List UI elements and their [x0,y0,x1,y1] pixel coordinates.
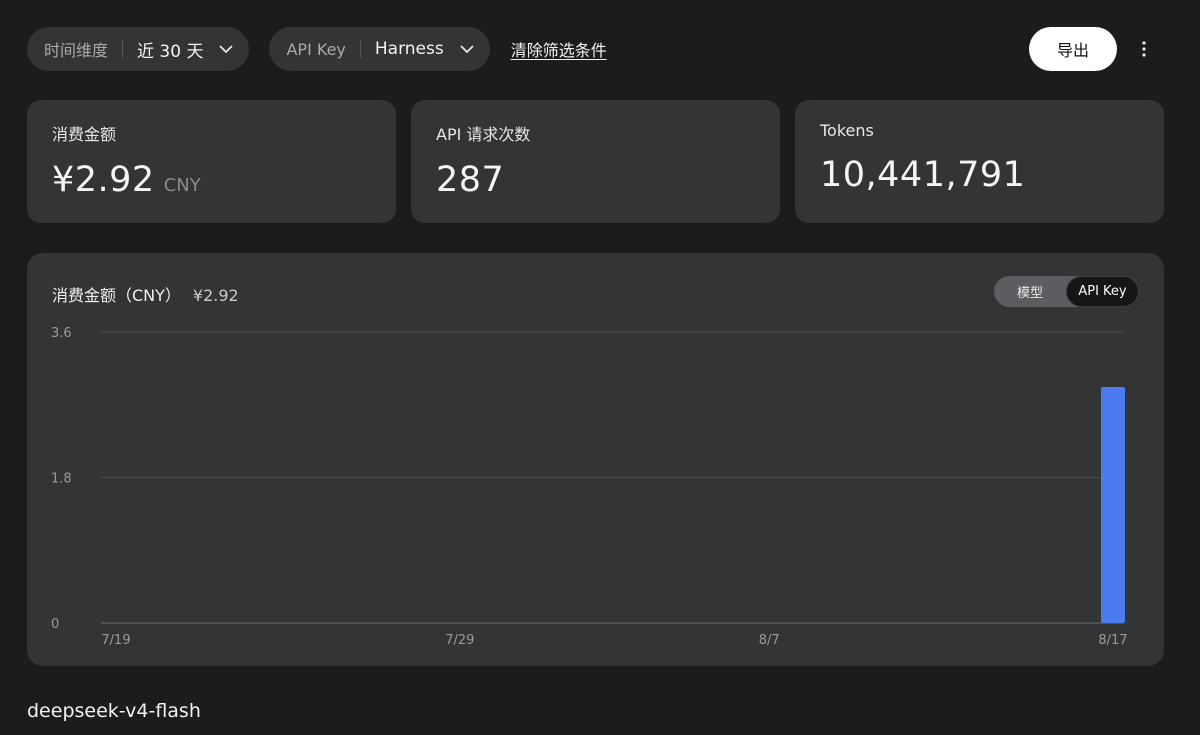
x-tick-label: 8/7 [759,633,780,648]
toggle-api-key[interactable]: API Key [1066,276,1139,307]
y-tick-label: 0 [51,617,59,632]
chart-bar [1101,386,1125,623]
requests-title: API 请求次数 [436,125,531,144]
stats-row: 消费金额 ¥2.92 CNY API 请求次数 287 Tokens 10,44… [27,100,1164,223]
chevron-down-icon [458,40,476,58]
api-key-filter[interactable]: API Key Harness [269,27,490,71]
filter-toolbar: 时间维度 近 30 天 API Key Harness 清除筛选条件 导出 [27,27,1157,71]
more-options-icon[interactable] [1131,27,1157,71]
cost-bar-chart: 3.6 1.8 0 7/19 7/29 8/7 8/17 [51,326,1128,648]
requests-card: API 请求次数 287 [411,100,780,223]
toggle-model[interactable]: 模型 [994,276,1066,307]
time-range-filter[interactable]: 时间维度 近 30 天 [27,27,250,71]
clear-filters-link[interactable]: 清除筛选条件 [511,37,607,61]
y-tick-label: 3.6 [51,326,72,341]
export-button[interactable]: 导出 [1029,27,1117,71]
chart-title: 消费金额（CNY） [52,286,181,305]
time-range-label: 时间维度 [44,41,109,60]
tokens-value: 10,441,791 [820,155,1026,195]
cost-title: 消费金额 [52,125,117,144]
y-tick-label: 1.8 [51,472,72,487]
chart-header: 消费金额（CNY） ¥2.92 [52,282,239,306]
cost-unit: CNY [163,175,201,196]
divider [122,40,124,58]
time-range-value: 近 30 天 [137,41,204,62]
divider [359,40,361,58]
chevron-down-icon [217,40,235,58]
x-tick-label: 8/17 [1098,633,1127,648]
cost-value: ¥2.92 [52,160,155,200]
x-tick-label: 7/19 [101,633,130,648]
tokens-card: Tokens 10,441,791 [795,100,1164,223]
cost-card: 消费金额 ¥2.92 CNY [27,100,396,223]
model-section-title: deepseek-v4-flash [27,700,201,722]
tokens-title: Tokens [820,121,874,140]
api-key-filter-value: Harness [374,39,444,59]
chart-total: ¥2.92 [192,286,239,305]
cost-chart-card: 3.6 1.8 0 7/19 7/29 8/7 8/17 消费金额（CNY） ¥2.92 模… [27,253,1164,666]
x-tick-label: 7/29 [445,633,474,648]
group-by-toggle: 模型 API Key [994,276,1139,307]
requests-value: 287 [436,160,505,200]
api-key-filter-label: API Key [286,39,346,59]
